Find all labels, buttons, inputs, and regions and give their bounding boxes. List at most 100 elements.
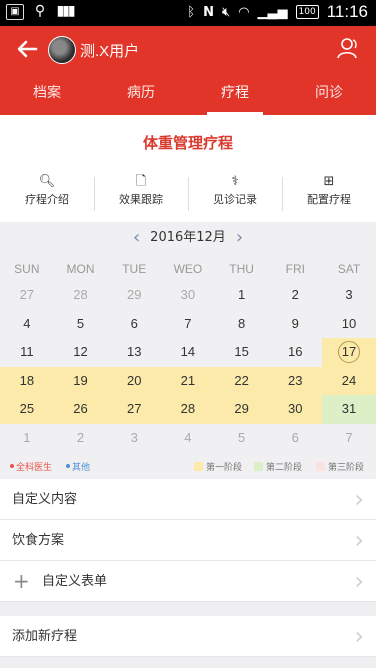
usb-icon: ⚲	[34, 3, 46, 19]
wifi-icon: ◠	[238, 4, 250, 20]
avatar[interactable]	[48, 36, 76, 64]
calendar-day[interactable]: 4	[0, 310, 54, 339]
tab-archive[interactable]: 档案	[0, 74, 94, 115]
calendar-day[interactable]: 21	[161, 366, 215, 396]
intro-button[interactable]: 🔍︎ 疗程介绍	[0, 173, 94, 213]
calendar-day[interactable]: 1	[215, 281, 269, 310]
calendar-day[interactable]: 30	[268, 395, 323, 424]
calendar-day[interactable]: 6	[268, 424, 322, 453]
diet-plan-row[interactable]: 饮食方案 ›	[0, 520, 376, 561]
legend-phase3: 第三阶段	[316, 460, 364, 473]
calendar-day[interactable]: 2	[54, 424, 108, 453]
photo-icon: ▣	[6, 4, 24, 20]
visit-record-label: 见诊记录	[213, 193, 257, 206]
calendar-day[interactable]: 3	[107, 424, 161, 453]
tracking-button[interactable]: 🗋 效果跟踪	[94, 173, 188, 213]
nfc-icon: N	[203, 4, 214, 20]
calendar-day[interactable]: 4	[161, 424, 215, 453]
calendar-grid: 27 28 29 30 1 2 3 4 5 6 7 8 9 10 11 12 13 14 15 16 17 18 19 20 2…	[0, 281, 376, 453]
custom-form-row[interactable]: + 自定义表单 ›	[0, 561, 376, 602]
calendar-day[interactable]: 15	[215, 338, 269, 367]
calendar-week: 1234567	[0, 424, 376, 453]
calendar-day[interactable]: 24	[322, 366, 376, 396]
add-program-row[interactable]: 添加新疗程 ›	[0, 616, 376, 657]
weekday-label: THU	[229, 262, 254, 276]
next-month-icon[interactable]: ›	[226, 227, 253, 248]
weekday-label: SUN	[14, 262, 40, 276]
action-bar: 🔍︎ 疗程介绍 🗋 效果跟踪 ⚕ 见诊记录 ⊞ 配置疗程	[0, 173, 376, 213]
calendar-day[interactable]: 20	[107, 366, 162, 396]
program-title: 体重管理疗程	[142, 134, 233, 152]
document-icon: 🗋	[135, 174, 147, 189]
calendar-day[interactable]: 28	[161, 395, 215, 424]
menu-list-secondary: 添加新疗程 ›	[0, 616, 376, 657]
tab-treatment[interactable]: 疗程	[188, 74, 282, 115]
weekday-label: FRI	[285, 262, 305, 276]
status-bar: ▣ ⚲ ▮▮▮ ᛒ N 🔇︎ ◠ ▁▃▅ 100 11:16	[0, 0, 376, 26]
chevron-right-icon: ›	[354, 567, 364, 595]
calendar-week: 11 12 13 14 15 16 17	[0, 338, 376, 367]
calendar-day[interactable]: 14	[161, 338, 215, 367]
weekday-row: SUN MON TUE WEO THU FRI SAT	[0, 262, 376, 276]
calendar-day[interactable]: 7	[322, 424, 376, 453]
add-box-icon: ⊞	[323, 174, 335, 189]
calendar-day[interactable]: 27	[0, 281, 54, 310]
calendar-legend: 全科医生 其他 第一阶段 第二阶段 第三阶段	[0, 458, 376, 474]
custom-content-row[interactable]: 自定义内容 ›	[0, 479, 376, 520]
tab-bar: 档案 病历 疗程 问诊	[0, 74, 376, 115]
calendar-day[interactable]: 11	[0, 338, 54, 367]
barcode-icon: ▮▮▮	[56, 3, 75, 19]
calendar-day[interactable]: 1	[0, 424, 54, 453]
tab-consultation[interactable]: 问诊	[282, 74, 376, 115]
calendar-day[interactable]: 6	[107, 310, 161, 339]
mute-icon: 🔇︎	[221, 4, 231, 20]
calendar-day[interactable]: 5	[54, 310, 108, 339]
tab-medical-record[interactable]: 病历	[94, 74, 188, 115]
calendar-day[interactable]: 12	[54, 338, 108, 367]
weekday-label: WEO	[173, 262, 203, 276]
calendar-day[interactable]: 25	[0, 395, 54, 424]
calendar-day[interactable]: 19	[53, 366, 108, 396]
calendar-day[interactable]: 27	[107, 395, 162, 424]
calendar-day[interactable]: 28	[54, 281, 108, 310]
calendar-day[interactable]: 31	[322, 395, 376, 424]
calendar-day-today[interactable]: 17	[322, 338, 376, 367]
calendar-day[interactable]: 16	[268, 338, 322, 367]
weekday-label: SAT	[337, 262, 361, 276]
prev-month-icon[interactable]: ‹	[123, 227, 150, 248]
calendar-day[interactable]: 29	[214, 395, 269, 424]
back-arrow-icon[interactable]	[14, 36, 40, 62]
clock: 11:16	[326, 2, 368, 21]
calendar-day[interactable]: 9	[268, 310, 322, 339]
app-title: 测.X用户	[80, 43, 140, 60]
calendar-day[interactable]: 5	[215, 424, 269, 453]
calendar-day[interactable]: 23	[268, 366, 323, 396]
legend-phase1: 第一阶段	[194, 460, 242, 473]
legend-general-doctor: 全科医生	[10, 460, 52, 473]
row-label: 饮食方案	[12, 533, 65, 548]
calendar-day[interactable]: 2	[268, 281, 322, 310]
weekday-label: MON	[66, 262, 95, 276]
configure-label: 配置疗程	[307, 193, 351, 206]
intro-label: 疗程介绍	[25, 193, 69, 206]
calendar-day[interactable]: 30	[161, 281, 215, 310]
calendar-day[interactable]: 26	[53, 395, 108, 424]
row-label: 添加新疗程	[12, 629, 78, 644]
calendar-day[interactable]: 29	[107, 281, 161, 310]
user-profile-icon[interactable]	[336, 36, 360, 60]
calendar-day[interactable]: 3	[322, 281, 376, 310]
calendar-day[interactable]: 22	[214, 366, 269, 396]
calendar-day[interactable]: 10	[322, 310, 376, 339]
app-bar: 测.X用户	[0, 26, 376, 74]
calendar-day[interactable]: 18	[0, 366, 54, 396]
calendar-week: 4 5 6 7 8 9 10	[0, 310, 376, 339]
configure-button[interactable]: ⊞ 配置疗程	[282, 173, 376, 213]
calendar-day[interactable]: 13	[107, 338, 161, 367]
chevron-right-icon: ›	[354, 622, 364, 650]
calendar-week: 25 26 27 28 29 30 31	[0, 395, 376, 424]
calendar-day[interactable]: 8	[215, 310, 269, 339]
legend-phase2: 第二阶段	[254, 460, 302, 473]
visit-record-button[interactable]: ⚕ 见诊记录	[188, 173, 282, 213]
calendar-day[interactable]: 7	[161, 310, 215, 339]
stethoscope-icon: ⚕	[231, 174, 239, 189]
